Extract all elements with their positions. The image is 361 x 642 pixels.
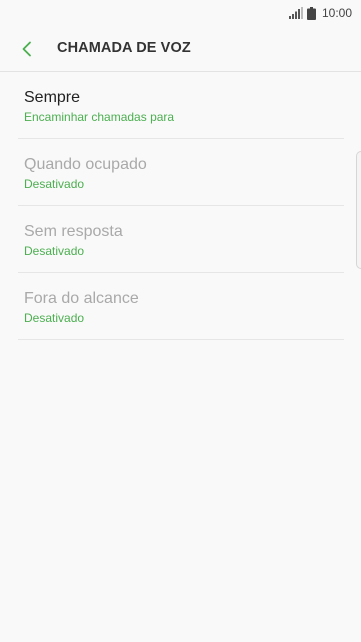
list-item-sempre[interactable]: Sempre Encaminhar chamadas para [18,72,344,139]
item-subtitle: Desativado [24,311,85,325]
item-subtitle: Desativado [24,244,85,258]
list-item-quando-ocupado[interactable]: Quando ocupado Desativado [18,139,344,206]
app-header: CHAMADA DE VOZ [0,26,361,72]
page-title: CHAMADA DE VOZ [57,40,191,56]
chevron-left-icon [22,41,31,57]
list-item-fora-do-alcance[interactable]: Fora do alcance Desativado [18,273,344,340]
item-title: Sempre [24,89,81,106]
item-subtitle: Desativado [24,177,85,191]
battery-icon [306,6,316,20]
screen: 10:00 CHAMADA DE VOZ Sempre Encaminhar c… [0,0,361,642]
clock: 10:00 [321,6,352,20]
item-subtitle: Encaminhar chamadas para [24,110,175,124]
item-title: Fora do alcance [24,290,139,307]
edge-scroll-handle[interactable] [356,151,361,269]
item-title: Sem resposta [24,223,123,240]
signal-icon [288,7,303,19]
forwarding-options-list: Sempre Encaminhar chamadas para Quando o… [18,72,344,340]
item-title: Quando ocupado [24,156,147,173]
status-bar: 10:00 [0,0,361,26]
status-icons: 10:00 [288,5,352,21]
list-item-sem-resposta[interactable]: Sem resposta Desativado [18,206,344,273]
back-button[interactable] [14,36,40,62]
